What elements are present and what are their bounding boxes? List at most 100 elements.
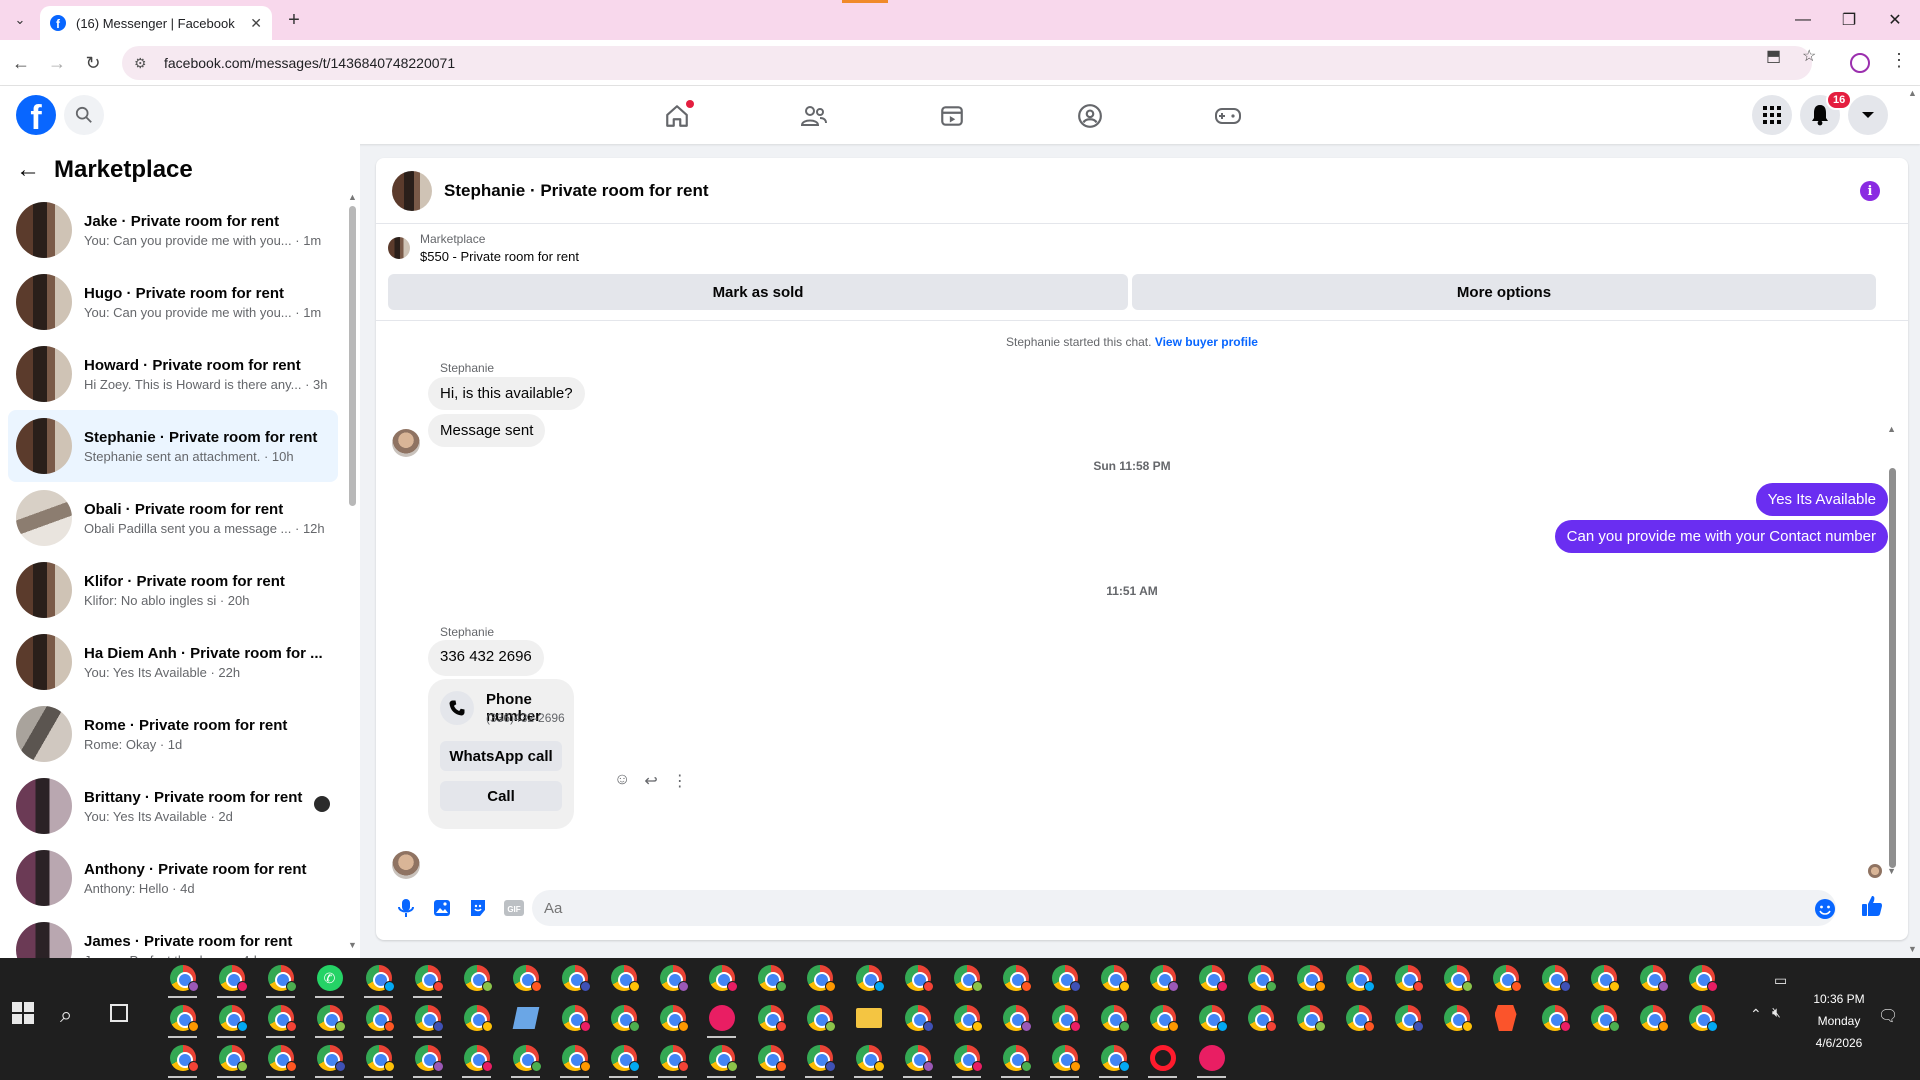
conversation-item[interactable]: James · Private room for rentJames: Perf… bbox=[8, 914, 338, 958]
chrome-profile-icon[interactable] bbox=[991, 958, 1040, 998]
conversation-item[interactable]: Hugo · Private room for rent You: Can you… bbox=[8, 266, 338, 338]
minimize-window-button[interactable]: — bbox=[1780, 6, 1826, 34]
chrome-profile-icon[interactable] bbox=[1383, 998, 1432, 1038]
scroll-down-arrow-icon[interactable]: ▼ bbox=[348, 940, 357, 950]
chrome-profile-icon[interactable] bbox=[1677, 958, 1726, 998]
chrome-profile-icon[interactable] bbox=[991, 1038, 1040, 1078]
chrome-profile-icon[interactable] bbox=[452, 1038, 501, 1078]
close-window-button[interactable]: ✕ bbox=[1872, 6, 1918, 34]
conversation-item[interactable]: Anthony · Private room for rent Anthony: … bbox=[8, 842, 338, 914]
chrome-profile-icon[interactable] bbox=[599, 998, 648, 1038]
chrome-profile-icon[interactable] bbox=[1040, 998, 1089, 1038]
chrome-profile-icon[interactable] bbox=[844, 958, 893, 998]
close-tab-icon[interactable]: ✕ bbox=[250, 15, 262, 32]
chrome-profile-icon[interactable] bbox=[1383, 958, 1432, 998]
chrome-profile-icon[interactable] bbox=[158, 958, 207, 998]
app-icon[interactable] bbox=[501, 998, 550, 1038]
tab-search-chevron-icon[interactable]: ⌄ bbox=[8, 8, 32, 32]
chrome-profile-icon[interactable] bbox=[158, 1038, 207, 1078]
chrome-profile-icon[interactable] bbox=[893, 958, 942, 998]
photo-icon[interactable] bbox=[424, 890, 460, 926]
friends-nav-icon[interactable] bbox=[798, 100, 830, 132]
chrome-profile-icon[interactable] bbox=[746, 998, 795, 1038]
chrome-profile-icon[interactable] bbox=[599, 958, 648, 998]
incoming-message[interactable]: 336 432 2696 bbox=[428, 640, 544, 676]
chrome-profile-icon[interactable] bbox=[1187, 958, 1236, 998]
chrome-profile-icon[interactable] bbox=[1285, 958, 1334, 998]
chrome-profile-icon[interactable] bbox=[648, 1038, 697, 1078]
chrome-profile-icon[interactable] bbox=[207, 1038, 256, 1078]
chrome-profile-icon[interactable] bbox=[256, 958, 305, 998]
windows-start-icon[interactable] bbox=[12, 1002, 36, 1026]
chrome-profile-icon[interactable] bbox=[1089, 998, 1138, 1038]
back-arrow-icon[interactable]: ← bbox=[8, 50, 34, 76]
chrome-profile-icon[interactable] bbox=[550, 1038, 599, 1078]
chat-scrollbar[interactable] bbox=[1889, 468, 1896, 868]
chrome-profile-icon[interactable] bbox=[501, 958, 550, 998]
sticker-icon[interactable] bbox=[460, 890, 496, 926]
notification-tray-icon[interactable]: ▭ bbox=[1774, 972, 1787, 989]
page-scroll-down-icon[interactable]: ▼ bbox=[1908, 944, 1917, 954]
browser-menu-icon[interactable]: ⋮ bbox=[1890, 50, 1908, 71]
sidebar-scrollbar[interactable] bbox=[349, 206, 356, 506]
forward-arrow-icon[interactable]: → bbox=[44, 50, 70, 76]
chrome-profile-icon[interactable] bbox=[697, 958, 746, 998]
profile-avatar-icon[interactable] bbox=[1850, 53, 1870, 73]
conversation-item[interactable]: Ha Diem Anh · Private room for ... You: Y… bbox=[8, 626, 338, 698]
conversation-item[interactable]: Obali · Private room for rent Obali Padil… bbox=[8, 482, 338, 554]
chrome-profile-icon[interactable] bbox=[1138, 958, 1187, 998]
chrome-profile-icon[interactable] bbox=[1236, 958, 1285, 998]
chrome-profile-icon[interactable] bbox=[942, 1038, 991, 1078]
brave-browser-icon[interactable] bbox=[1481, 998, 1530, 1038]
chrome-profile-icon[interactable] bbox=[1530, 998, 1579, 1038]
chrome-profile-icon[interactable] bbox=[1040, 1038, 1089, 1078]
chrome-profile-icon[interactable] bbox=[1628, 998, 1677, 1038]
search-button[interactable] bbox=[64, 95, 104, 135]
menu-grid-button[interactable] bbox=[1752, 95, 1792, 135]
facebook-logo-icon[interactable]: f bbox=[16, 95, 56, 135]
back-arrow-icon[interactable]: ← bbox=[16, 156, 40, 184]
chrome-profile-icon[interactable] bbox=[501, 1038, 550, 1078]
restore-window-button[interactable]: ❐ bbox=[1826, 6, 1872, 34]
chrome-profile-icon[interactable] bbox=[1530, 958, 1579, 998]
reply-arrow-icon[interactable]: ↩ bbox=[644, 771, 657, 791]
scroll-up-arrow-icon[interactable]: ▲ bbox=[348, 192, 357, 202]
task-view-icon[interactable] bbox=[110, 1004, 128, 1022]
chrome-profile-icon[interactable] bbox=[746, 1038, 795, 1078]
gaming-nav-icon[interactable] bbox=[1212, 100, 1244, 132]
chrome-profile-icon[interactable] bbox=[599, 1038, 648, 1078]
chrome-profile-icon[interactable] bbox=[942, 998, 991, 1038]
chrome-profile-icon[interactable] bbox=[354, 958, 403, 998]
chrome-profile-icon[interactable] bbox=[1628, 958, 1677, 998]
chrome-profile-icon[interactable] bbox=[1089, 958, 1138, 998]
listing-summary[interactable]: Marketplace $550 - Private room for rent bbox=[388, 232, 579, 264]
chrome-profile-icon[interactable] bbox=[1138, 998, 1187, 1038]
bookmark-star-icon[interactable]: ☆ bbox=[1802, 46, 1816, 66]
emoji-icon[interactable] bbox=[1814, 898, 1836, 925]
chrome-profile-icon[interactable] bbox=[305, 998, 354, 1038]
incoming-message[interactable]: Message sent bbox=[428, 414, 546, 447]
chrome-profile-icon[interactable] bbox=[354, 998, 403, 1038]
scroll-up-arrow-icon[interactable]: ▲ bbox=[1887, 424, 1896, 434]
scroll-down-arrow-icon[interactable]: ▼ bbox=[1887, 866, 1896, 876]
chrome-profile-icon[interactable] bbox=[1432, 958, 1481, 998]
conversation-item[interactable]: Howard · Private room for rent Hi Zoey. T… bbox=[8, 338, 338, 410]
chrome-profile-icon[interactable] bbox=[746, 958, 795, 998]
opera-browser-icon[interactable] bbox=[1138, 1038, 1187, 1078]
conversation-item[interactable]: Brittany · Private room for rent You: Yes… bbox=[8, 770, 338, 842]
chrome-profile-icon[interactable] bbox=[697, 1038, 746, 1078]
sender-avatar[interactable] bbox=[392, 429, 420, 457]
chrome-profile-icon[interactable] bbox=[795, 1038, 844, 1078]
chrome-profile-icon[interactable] bbox=[1236, 998, 1285, 1038]
app-icon[interactable] bbox=[697, 998, 746, 1038]
chrome-profile-icon[interactable] bbox=[648, 998, 697, 1038]
chrome-profile-icon[interactable] bbox=[1677, 998, 1726, 1038]
chrome-profile-icon[interactable] bbox=[403, 958, 452, 998]
chrome-profile-icon[interactable] bbox=[648, 958, 697, 998]
chrome-profile-icon[interactable] bbox=[1579, 998, 1628, 1038]
chrome-profile-icon[interactable] bbox=[452, 958, 501, 998]
groups-nav-icon[interactable] bbox=[1074, 100, 1106, 132]
chrome-profile-icon[interactable] bbox=[1334, 998, 1383, 1038]
chrome-profile-icon[interactable] bbox=[795, 998, 844, 1038]
chrome-profile-icon[interactable] bbox=[1334, 958, 1383, 998]
